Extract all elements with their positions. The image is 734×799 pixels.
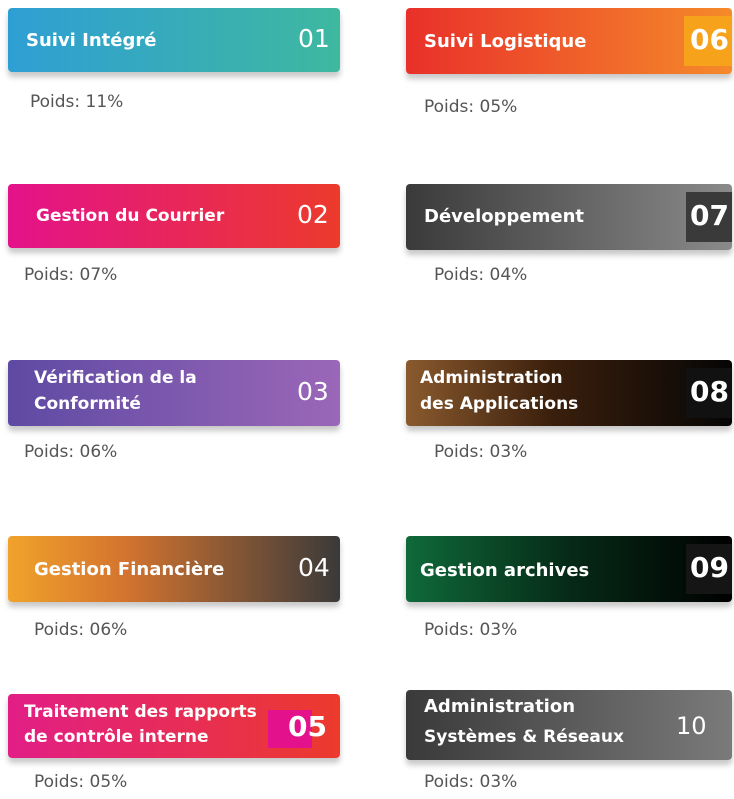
weight-label: Poids: 04% — [434, 265, 528, 285]
card-administration-systemes[interactable]: Administration Systèmes & Réseaux 10 — [406, 690, 732, 760]
card-developpement[interactable]: Développement 07 — [406, 184, 732, 250]
card-number: 09 — [690, 551, 729, 584]
card-gestion-financiere[interactable]: Gestion Financière 04 — [8, 536, 340, 602]
weight-label: Poids: 03% — [434, 442, 528, 462]
card-number: 01 — [298, 24, 330, 53]
card-number: 03 — [297, 377, 329, 406]
card-number: 04 — [298, 553, 330, 582]
card-gestion-archives[interactable]: Gestion archives 09 — [406, 536, 732, 602]
weight-label: Poids: 06% — [34, 620, 128, 640]
card-title-line-1: Vérification de la — [34, 368, 197, 388]
card-number: 06 — [690, 23, 729, 56]
card-number: 07 — [690, 199, 729, 232]
card-title: Gestion Financière — [34, 559, 225, 580]
card-suivi-logistique[interactable]: Suivi Logistique 06 — [406, 8, 732, 74]
weight-label: Poids: 07% — [24, 265, 118, 285]
card-title: Gestion du Courrier — [36, 206, 225, 226]
card-title-line-2: des Applications — [420, 394, 579, 414]
card-number: 08 — [690, 375, 729, 408]
card-title-line-2: Systèmes & Réseaux — [424, 727, 624, 747]
card-title: Développement — [424, 206, 584, 227]
card-title: Suivi Intégré — [26, 30, 157, 51]
weight-label: Poids: 11% — [30, 92, 124, 112]
card-administration-applications[interactable]: Administration des Applications 08 — [406, 360, 732, 426]
card-title-line-1: Administration — [420, 368, 563, 388]
card-verification-conformite[interactable]: Vérification de la Conformité 03 — [8, 360, 340, 426]
weight-label: Poids: 05% — [34, 772, 128, 792]
card-number: 10 — [676, 712, 707, 740]
card-gestion-courrier[interactable]: Gestion du Courrier 02 — [8, 184, 340, 248]
card-title-line-2: Conformité — [34, 394, 141, 414]
card-title: Gestion archives — [420, 560, 590, 581]
card-traitement-rapports[interactable]: Traitement des rapports de contrôle inte… — [8, 694, 340, 758]
card-suivi-integre[interactable]: Suivi Intégré 01 — [8, 8, 340, 72]
weight-label: Poids: 06% — [24, 442, 118, 462]
card-number: 05 — [288, 710, 327, 743]
card-number: 02 — [297, 200, 329, 229]
card-title-line-1: Traitement des rapports — [24, 702, 257, 722]
card-title-line-1: Administration — [424, 696, 576, 717]
weight-label: Poids: 03% — [424, 772, 518, 792]
weight-label: Poids: 03% — [424, 620, 518, 640]
weight-label: Poids: 05% — [424, 97, 518, 117]
card-title-line-2: de contrôle interne — [24, 727, 209, 747]
card-title: Suivi Logistique — [424, 31, 587, 52]
